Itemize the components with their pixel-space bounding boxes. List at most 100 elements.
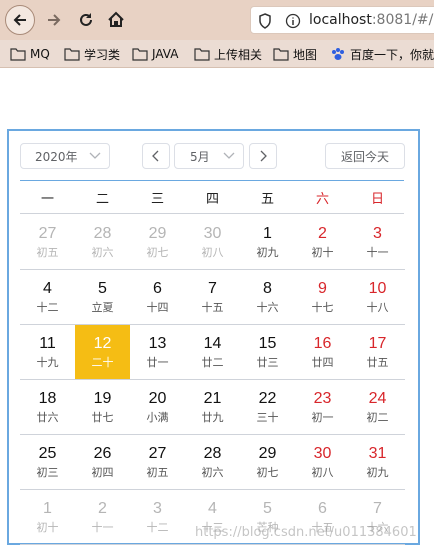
lunar-date: 廿七 [91,411,114,424]
day-cell[interactable]: 5 立夏 [75,270,130,325]
day-cell[interactable]: 28 初六 [75,215,130,270]
weekday-tue: 二 [95,191,109,207]
day-cell[interactable]: 23 初一 [295,380,350,435]
lunar-date: 小满 [146,411,169,424]
info-icon[interactable] [285,13,301,29]
year-select[interactable]: 2020年 [20,143,110,169]
day-cell[interactable]: 27 初五 [130,435,185,490]
bookmark-label: 上传相关 [214,47,263,62]
day-cell[interactable]: 14 廿二 [185,325,240,380]
bookmark-java[interactable]: JAVA [132,45,178,63]
next-month-button[interactable] [249,143,277,169]
day-cell[interactable]: 21 廿九 [185,380,240,435]
lunar-date: 十九 [36,356,59,369]
day-cell[interactable]: 16 廿四 [295,325,350,380]
day-cell[interactable]: 26 初四 [75,435,130,490]
lunar-date: 初五 [146,466,169,479]
day-number: 27 [38,225,57,242]
forward-button[interactable] [39,5,69,35]
day-cell[interactable]: 28 初六 [185,435,240,490]
folder-icon [10,48,26,61]
bookmark-upload[interactable]: 上传相关 [194,45,262,63]
day-cell[interactable]: 12 二十 [75,325,130,380]
lunar-date: 初四 [91,466,114,479]
day-cell[interactable]: 24 初二 [350,380,405,435]
bookmark-study[interactable]: 学习类 [64,45,120,63]
day-number: 15 [258,335,277,352]
bookmark-label: 学习类 [84,47,121,62]
day-cell[interactable]: 6 十四 [130,270,185,325]
day-number: 4 [208,500,217,517]
weekday-sun: 日 [370,191,384,207]
lunar-date: 廿四 [311,356,334,369]
day-number: 24 [368,390,387,407]
day-number: 31 [368,445,387,462]
lunar-date: 初九 [256,246,279,259]
back-button[interactable] [5,5,35,35]
lunar-date: 初五 [36,246,59,259]
day-cell[interactable]: 29 初七 [130,215,185,270]
shield-icon[interactable] [258,13,272,29]
year-value: 2020年 [35,149,78,164]
day-number: 17 [368,335,387,352]
day-cell[interactable]: 17 廿五 [350,325,405,380]
day-cell[interactable]: 30 初八 [185,215,240,270]
day-cell[interactable]: 1 初九 [240,215,295,270]
day-number: 12 [93,335,112,352]
prev-month-button[interactable] [142,143,170,169]
lunar-date: 十二 [146,521,169,534]
home-icon [108,11,124,27]
weekday-header: 一 二 三 四 五 六 日 [20,181,404,214]
day-cell[interactable]: 3 十二 [130,490,185,545]
home-button[interactable] [101,5,131,35]
bookmark-mq[interactable]: MQ [10,45,50,63]
address-bar[interactable]: localhost:8081/#/ [250,6,434,34]
bookmark-baidu[interactable]: 百度一下，你就 [330,45,434,63]
day-cell[interactable]: 22 三十 [240,380,295,435]
bookmark-map[interactable]: 地图 [273,45,317,63]
day-cell[interactable]: 11 十九 [20,325,75,380]
day-number: 16 [313,335,332,352]
day-number: 2 [98,500,107,517]
day-number: 26 [93,445,112,462]
day-cell[interactable]: 2 十一 [75,490,130,545]
lunar-date: 廿二 [201,356,224,369]
day-cell[interactable]: 18 廿六 [20,380,75,435]
lunar-date: 十八 [366,301,389,314]
day-number: 5 [263,500,272,517]
day-cell[interactable]: 30 初八 [295,435,350,490]
day-number: 23 [313,390,332,407]
lunar-date: 十六 [256,301,279,314]
day-cell[interactable]: 29 初七 [240,435,295,490]
day-cell[interactable]: 13 廿一 [130,325,185,380]
month-select[interactable]: 5月 [174,143,244,169]
month-value: 5月 [190,149,210,164]
day-number: 9 [318,280,327,297]
day-cell[interactable]: 9 十七 [295,270,350,325]
day-cell[interactable]: 20 小满 [130,380,185,435]
day-cell[interactable]: 10 十八 [350,270,405,325]
day-number: 25 [38,445,57,462]
day-number: 7 [373,500,382,517]
day-number: 7 [208,280,217,297]
day-cell[interactable]: 2 初十 [295,215,350,270]
day-cell[interactable]: 1 初十 [20,490,75,545]
day-cell[interactable]: 31 初九 [350,435,405,490]
lunar-date: 十七 [311,301,334,314]
day-number: 27 [148,445,167,462]
day-cell[interactable]: 15 廿三 [240,325,295,380]
day-cell[interactable]: 8 十六 [240,270,295,325]
folder-icon [273,48,289,61]
back-to-today-button[interactable]: 返回今天 [325,143,405,169]
day-cell[interactable]: 3 十一 [350,215,405,270]
chevron-left-icon [152,150,159,162]
day-number: 19 [93,390,112,407]
day-cell[interactable]: 27 初五 [20,215,75,270]
day-cell[interactable]: 7 十五 [185,270,240,325]
folder-icon [132,48,148,61]
day-cell[interactable]: 19 廿七 [75,380,130,435]
day-cell[interactable]: 25 初三 [20,435,75,490]
day-cell[interactable]: 4 十二 [20,270,75,325]
lunar-date: 初十 [36,521,59,534]
reload-button[interactable] [71,5,101,35]
